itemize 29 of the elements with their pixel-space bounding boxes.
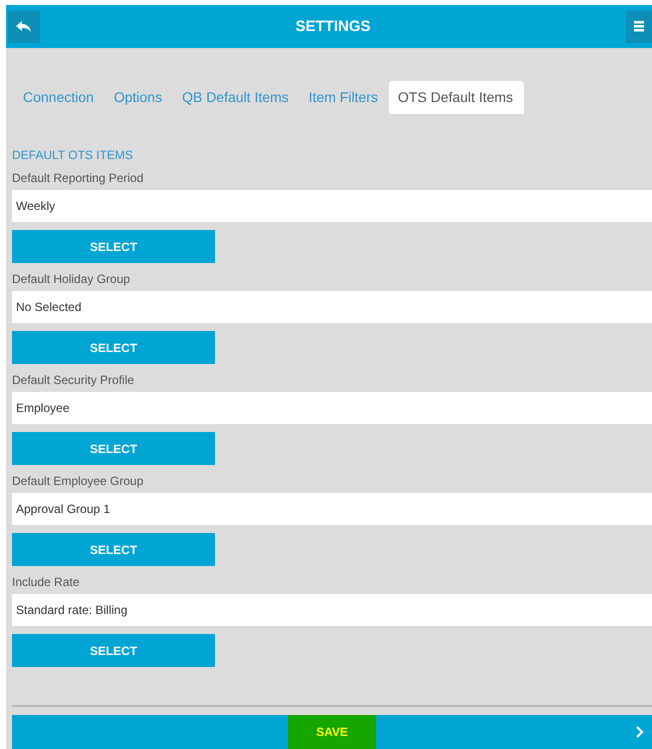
select-button[interactable]: SELECT bbox=[12, 432, 215, 465]
tab[interactable]: OTS Default Items bbox=[388, 81, 524, 114]
tab[interactable]: QB Default Items bbox=[173, 81, 300, 114]
field-label: Include Rate bbox=[12, 575, 80, 589]
input-field[interactable]: Weekly bbox=[12, 190, 652, 222]
field-label: Default Security Profile bbox=[12, 373, 136, 387]
back-arrow-icon bbox=[16, 20, 32, 32]
select-button[interactable]: SELECT bbox=[12, 331, 215, 364]
back-button[interactable] bbox=[8, 10, 40, 42]
chevron-right-icon bbox=[636, 726, 644, 738]
field-label: Default Employee Group bbox=[12, 474, 144, 488]
input-field[interactable]: Employee bbox=[12, 392, 652, 424]
page-title: SETTINGS bbox=[295, 18, 370, 35]
input-field[interactable]: Approval Group 1 bbox=[12, 493, 652, 525]
field-label: Default Holiday Group bbox=[12, 272, 132, 286]
save-label: SAVE bbox=[288, 715, 376, 749]
tab[interactable]: Connection bbox=[14, 81, 105, 114]
select-button[interactable]: SELECT bbox=[12, 230, 215, 263]
tab[interactable]: Item Filters bbox=[300, 81, 389, 114]
select-button[interactable]: SELECT bbox=[12, 533, 215, 566]
field-label: Default Reporting Period bbox=[12, 171, 144, 185]
menu-icon bbox=[634, 21, 644, 32]
section-heading: DEFAULT OTS ITEMS bbox=[12, 148, 134, 162]
tab[interactable]: Options bbox=[104, 81, 174, 114]
save-button[interactable]: SAVE bbox=[12, 715, 652, 749]
input-field[interactable]: Standard rate: Billing bbox=[12, 594, 652, 626]
select-button[interactable]: SELECT bbox=[12, 634, 215, 667]
input-field[interactable]: No Selected bbox=[12, 291, 652, 323]
menu-button[interactable] bbox=[626, 10, 652, 42]
